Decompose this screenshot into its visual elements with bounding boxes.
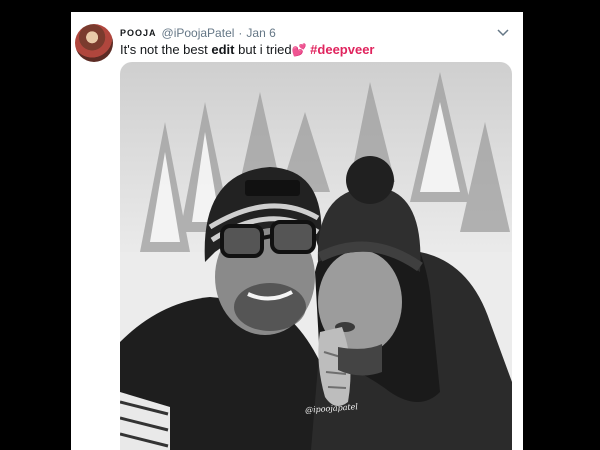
tweet-date[interactable]: Jan 6: [246, 26, 275, 40]
two-hearts-icon: 💕: [291, 43, 307, 57]
tweet-text-part: but i tried: [234, 42, 292, 57]
photo-illustration: [120, 72, 512, 450]
tweet-header: POOJA @iPoojaPatel · Jan 6: [120, 25, 276, 41]
tweet-text-bold: edit: [211, 42, 235, 57]
tweet-text: It's not the best edit but i tried💕 #dee…: [120, 42, 510, 57]
separator-dot: ·: [238, 26, 243, 40]
hashtag-link[interactable]: #deepveer: [310, 42, 374, 57]
avatar[interactable]: [75, 24, 113, 62]
display-name[interactable]: POOJA: [120, 28, 157, 38]
tweet-photo[interactable]: @ipoojapatel: [120, 62, 512, 450]
tweet-text-part: It's not the best: [120, 42, 212, 57]
user-handle[interactable]: @iPoojaPatel: [162, 26, 235, 40]
chevron-down-icon[interactable]: [495, 26, 511, 40]
tweet-card[interactable]: POOJA @iPoojaPatel · Jan 6 It's not the …: [71, 12, 523, 450]
